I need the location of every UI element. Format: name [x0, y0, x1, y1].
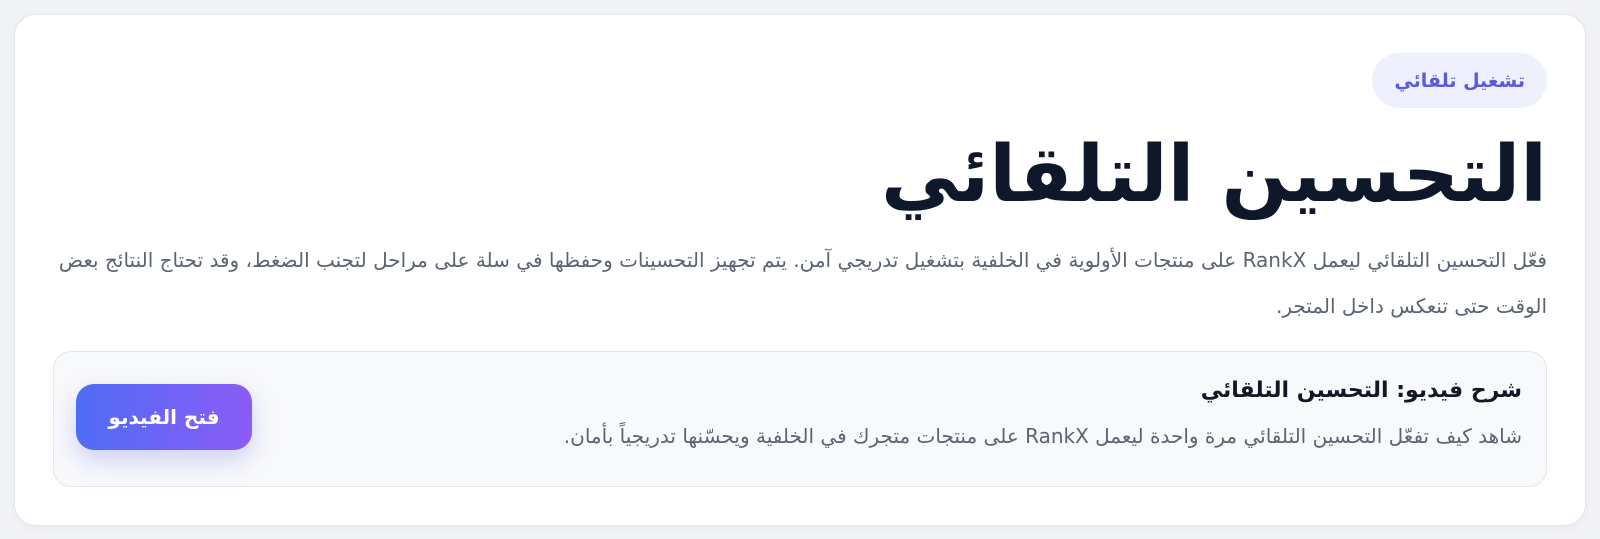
video-description: شاهد كيف تفعّل التحسين التلقائي مرة واحد… — [563, 424, 1522, 448]
video-title: شرح فيديو: التحسين التلقائي — [1200, 378, 1522, 403]
auto-run-badge: تشغيل تلقائي — [1372, 53, 1547, 108]
page-title: التحسين التلقائي — [881, 130, 1547, 220]
video-explainer-panel: شرح فيديو: التحسين التلقائي شاهد كيف تفع… — [53, 351, 1547, 487]
open-video-button[interactable]: فتح الفيديو — [76, 384, 252, 450]
auto-optimization-card: تشغيل تلقائي التحسين التلقائي فعّل التحس… — [14, 14, 1586, 526]
page-description: فعّل التحسين التلقائي ليعمل RankX على من… — [58, 248, 1547, 318]
